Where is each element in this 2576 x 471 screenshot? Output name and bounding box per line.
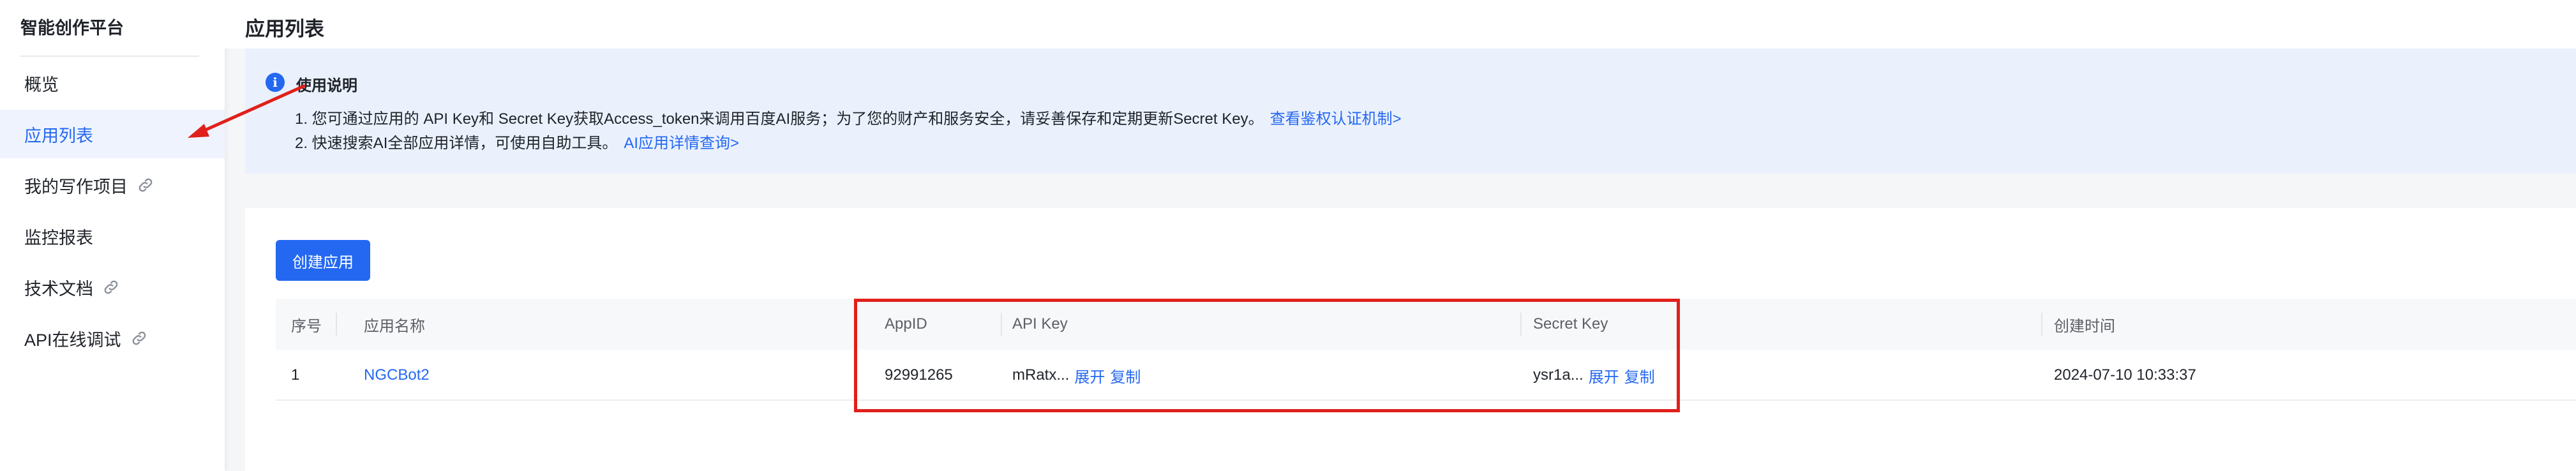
sidebar: 智能创作平台 概览 应用列表 我的写作项目 监控报表 技术文档 API在线调试: [0, 0, 225, 471]
sidebar-item-label: 技术文档: [24, 279, 93, 299]
header-index: 序号: [291, 317, 322, 335]
notice-line-2: 2. 快速搜索AI全部应用详情，可使用自助工具。 AI应用详情查询>: [295, 130, 739, 153]
sidebar-item-api-debug[interactable]: API在线调试: [0, 314, 225, 363]
api-key-expand-link[interactable]: 展开: [1074, 364, 1105, 387]
secret-key-copy-link[interactable]: 复制: [1624, 364, 1655, 387]
platform-title: 智能创作平台: [20, 19, 124, 38]
header-app-name: 应用名称: [364, 317, 425, 335]
external-link-icon: [137, 176, 154, 194]
api-key-value: mRatx...: [1012, 366, 1070, 384]
auth-mechanism-link[interactable]: 查看鉴权认证机制>: [1270, 110, 1402, 128]
external-link-icon: [102, 278, 120, 296]
sidebar-item-overview[interactable]: 概览: [0, 59, 225, 107]
column-separator: [2041, 313, 2042, 336]
api-key-cell: mRatx... 展开 复制: [1012, 350, 1141, 401]
secret-key-expand-link[interactable]: 展开: [1589, 364, 1619, 387]
notice-line-1: 1. 您可通过应用的 API Key和 Secret Key获取Access_t…: [295, 106, 1402, 128]
sidebar-divider: [20, 56, 199, 57]
header-created-time: 创建时间: [2054, 317, 2115, 335]
app-name-link[interactable]: NGCBot2: [364, 350, 430, 401]
sidebar-item-app-list[interactable]: 应用列表: [0, 110, 225, 158]
created-time-value: 2024-07-10 10:33:37: [2054, 366, 2196, 384]
column-separator: [1001, 313, 1002, 336]
sidebar-item-monitoring[interactable]: 监控报表: [0, 212, 225, 260]
row-index: 1: [291, 366, 300, 384]
sidebar-item-docs[interactable]: 技术文档: [0, 263, 225, 311]
main-header: [225, 0, 2576, 49]
sidebar-item-writing-projects[interactable]: 我的写作项目: [0, 161, 225, 209]
sidebar-item-label: 我的写作项目: [24, 177, 128, 197]
header-api-key: API Key: [1012, 315, 1068, 333]
notice-title: 使用说明: [296, 77, 357, 94]
sidebar-item-label: 应用列表: [24, 126, 93, 146]
table-header: 序号 应用名称 AppID API Key Secret Key 创建时间: [276, 299, 2576, 350]
sidebar-item-label: 监控报表: [24, 228, 93, 248]
column-separator: [1520, 313, 1522, 336]
secret-key-value: ysr1a...: [1533, 366, 1584, 384]
api-key-copy-link[interactable]: 复制: [1110, 364, 1141, 387]
info-glyph: i: [273, 75, 278, 90]
sidebar-item-label: API在线调试: [24, 330, 121, 350]
table-row: 1 NGCBot2 92991265 mRatx... 展开 复制 ysr1a.…: [276, 350, 2576, 401]
external-link-icon: [130, 329, 148, 347]
notice-line-1-text: 1. 您可通过应用的 API Key和 Secret Key获取Access_t…: [295, 110, 1264, 128]
header-secret-key: Secret Key: [1533, 315, 1608, 333]
usage-notice: i 使用说明 1. 您可通过应用的 API Key和 Secret Key获取A…: [245, 49, 2576, 174]
info-icon: i: [266, 73, 285, 92]
secret-key-cell: ysr1a... 展开 复制: [1533, 350, 1655, 401]
page-title: 应用列表: [245, 18, 324, 40]
create-app-button[interactable]: 创建应用: [276, 240, 370, 281]
header-appid: AppID: [885, 315, 927, 333]
appid-value: 92991265: [885, 366, 953, 384]
sidebar-item-label: 概览: [24, 75, 59, 94]
app-detail-query-link[interactable]: AI应用详情查询>: [624, 135, 739, 152]
app-list-panel: 创建应用 序号 应用名称 AppID API Key Secret Key 创建…: [245, 208, 2576, 471]
column-separator: [336, 313, 337, 336]
app-table: 序号 应用名称 AppID API Key Secret Key 创建时间 1 …: [276, 299, 2576, 401]
notice-line-2-text: 2. 快速搜索AI全部应用详情，可使用自助工具。: [295, 135, 618, 152]
